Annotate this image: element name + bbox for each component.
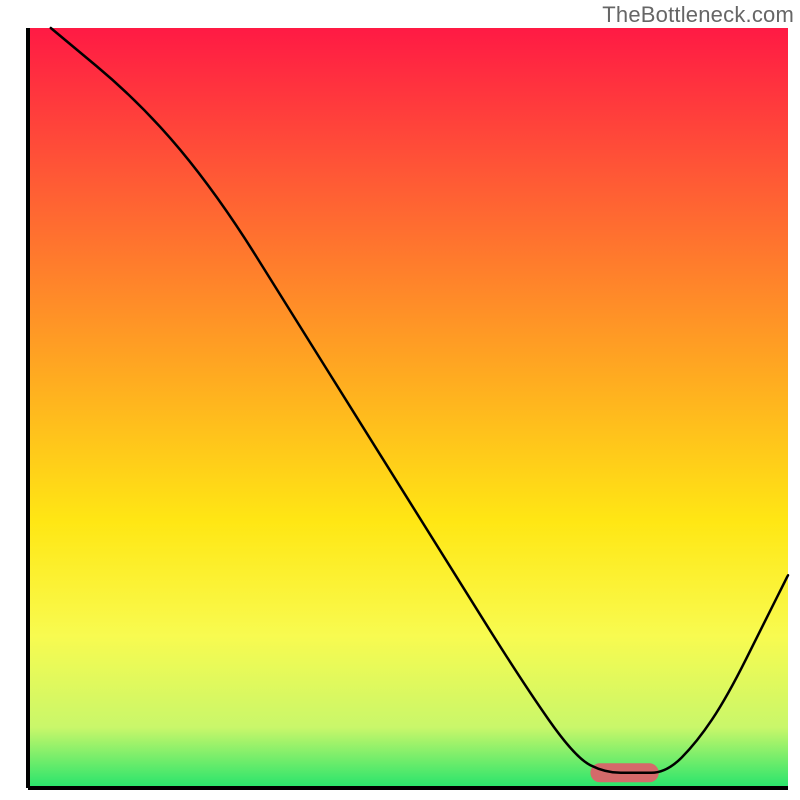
watermark-text: TheBottleneck.com: [602, 2, 794, 28]
chart-svg: [0, 0, 800, 800]
chart-frame: TheBottleneck.com: [0, 0, 800, 800]
chart-background: [28, 28, 788, 788]
